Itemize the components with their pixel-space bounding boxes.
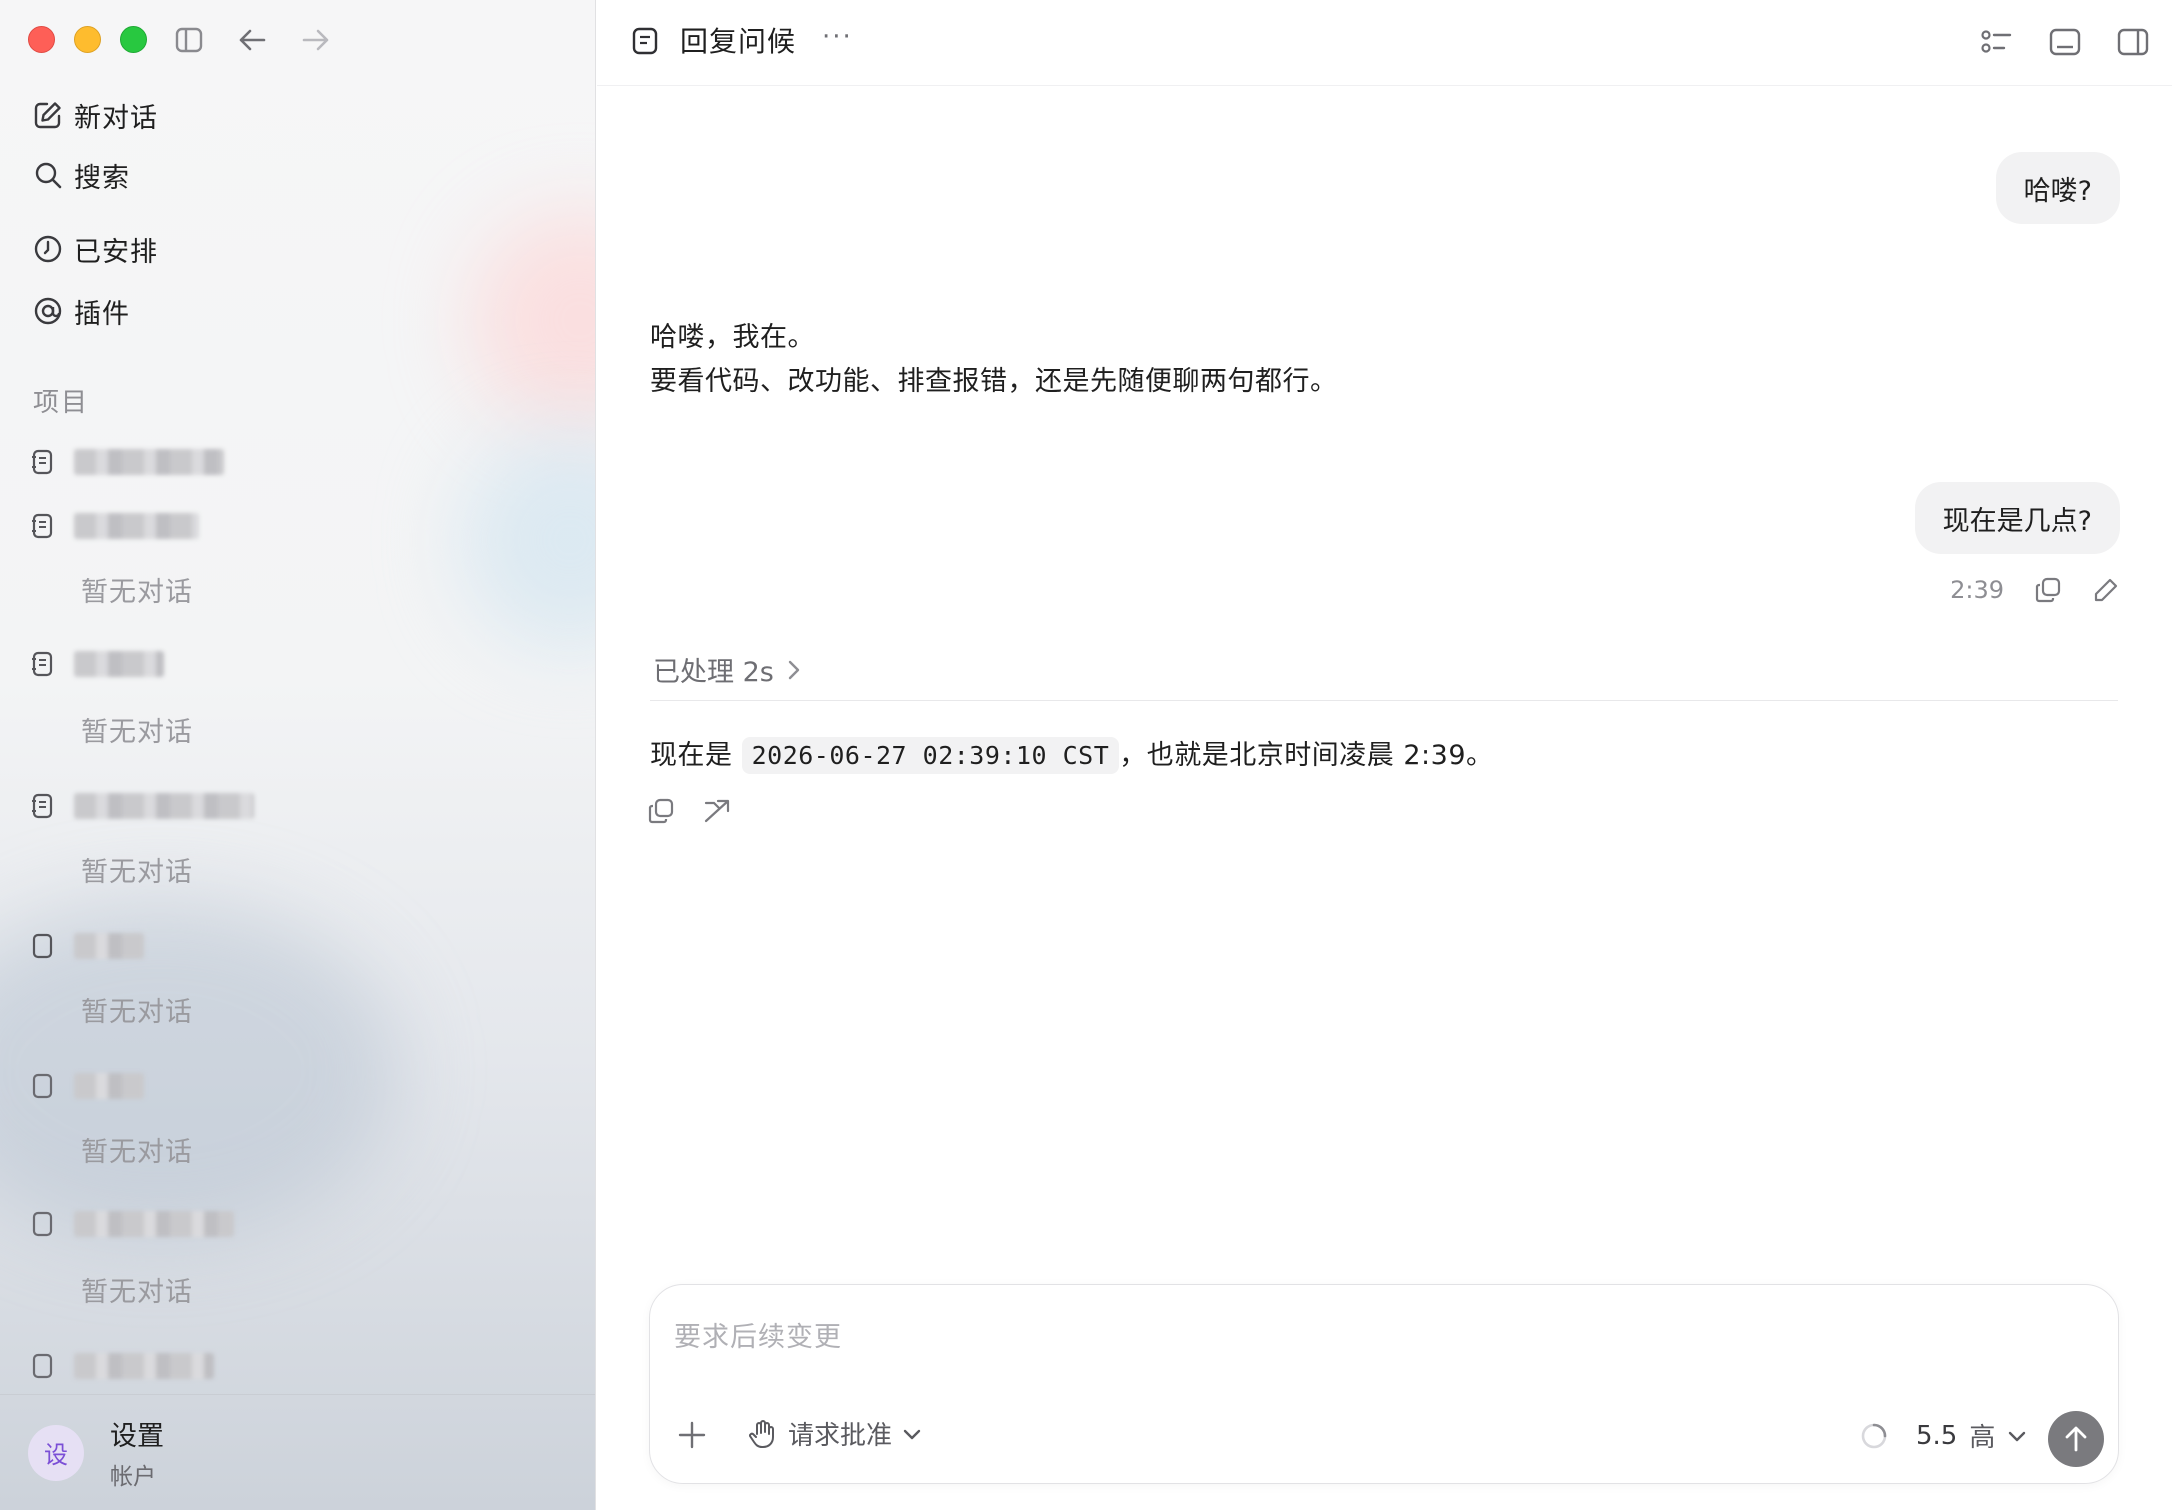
terminal-panel-icon[interactable] xyxy=(2045,24,2085,60)
project-item[interactable] xyxy=(22,922,562,970)
model-selector[interactable]: 5.5 高 xyxy=(1916,1417,2027,1454)
message-timestamp: 2:39 xyxy=(1950,576,2004,604)
project-name-redacted xyxy=(74,793,254,819)
approval-label: 请求批准 xyxy=(788,1421,893,1451)
divider xyxy=(650,700,2118,701)
loading-spinner-icon xyxy=(1860,1422,1888,1450)
user-message: 现在是几点? xyxy=(1914,482,2120,554)
message-meta: 2:39 xyxy=(1950,576,2120,604)
empty-conversation-label: 暂无对话 xyxy=(81,1137,193,1168)
nav-search[interactable]: 搜索 xyxy=(22,148,562,202)
processed-label: 已处理 2s xyxy=(653,657,774,688)
notebook-icon xyxy=(627,24,663,58)
chat-header: 回复问候 ··· xyxy=(597,0,2172,86)
project-item[interactable] xyxy=(22,1062,562,1110)
project-name-redacted xyxy=(74,1353,214,1379)
add-attachment-icon[interactable] xyxy=(676,1419,708,1451)
composer-input[interactable]: 要求后续变更 xyxy=(674,1315,842,1354)
approval-dropdown[interactable]: 请求批准 xyxy=(748,1415,922,1452)
arrow-up-icon xyxy=(2061,1424,2091,1454)
project-item[interactable] xyxy=(22,1200,562,1248)
send-button[interactable] xyxy=(2048,1411,2104,1467)
project-name-redacted xyxy=(74,1211,234,1237)
project-name-redacted xyxy=(74,513,199,539)
notebook-icon xyxy=(22,650,62,678)
message-composer[interactable]: 要求后续变更 请求批准 5.5 高 xyxy=(649,1284,2119,1484)
minimize-window-button[interactable] xyxy=(74,26,101,53)
effort-level: 高 xyxy=(1969,1423,1996,1453)
at-icon xyxy=(22,296,74,326)
notebook-icon xyxy=(22,512,62,540)
account-label: 帐户 xyxy=(110,1464,156,1490)
nav-label: 已安排 xyxy=(74,236,158,268)
assistant-text-prefix: 现在是 xyxy=(650,740,733,771)
compose-icon xyxy=(22,100,74,130)
copy-icon[interactable] xyxy=(2034,576,2062,604)
empty-conversation-label: 暂无对话 xyxy=(81,857,193,888)
assistant-message: 哈喽，我在。 要看代码、改功能、排查报错，还是先随便聊两句都行。 xyxy=(650,316,1338,404)
empty-conversation-label: 暂无对话 xyxy=(81,1277,193,1308)
nav-plugins[interactable]: 插件 xyxy=(22,284,562,338)
assistant-text-suffix: ，也就是北京时间凌晨 2:39。 xyxy=(1119,740,1494,771)
avatar: 设 xyxy=(28,1424,84,1481)
user-message: 哈喽? xyxy=(1995,152,2120,224)
fork-icon[interactable] xyxy=(703,796,733,826)
inline-code: 2026-06-27 02:39:10 CST xyxy=(741,737,1120,774)
chevron-down-icon xyxy=(902,1427,922,1441)
nav-label: 新对话 xyxy=(74,102,158,134)
message-actions xyxy=(647,796,733,826)
close-window-button[interactable] xyxy=(28,26,55,53)
zoom-window-button[interactable] xyxy=(120,26,147,53)
empty-conversation-label: 暂无对话 xyxy=(81,997,193,1028)
chat-panel: 回复问候 ··· 哈喽? 哈喽，我在。 要看代码、改功能、排查报错，还是先随便聊… xyxy=(597,0,2172,1510)
page-title[interactable]: 回复问候 xyxy=(680,20,796,60)
empty-conversation-label: 暂无对话 xyxy=(81,577,193,608)
project-item[interactable] xyxy=(22,438,562,486)
assistant-message-line: 要看代码、改功能、排查报错，还是先随便聊两句都行。 xyxy=(650,366,1338,397)
nav-label: 插件 xyxy=(74,298,130,330)
notebook-icon xyxy=(22,1210,62,1238)
project-item[interactable] xyxy=(22,1342,562,1390)
task-list-icon[interactable] xyxy=(1977,24,2017,60)
chevron-down-icon xyxy=(2007,1429,2027,1443)
notebook-icon xyxy=(22,1072,62,1100)
back-arrow-icon[interactable] xyxy=(234,24,270,56)
notebook-icon xyxy=(22,792,62,820)
clock-icon xyxy=(22,234,74,264)
project-item[interactable] xyxy=(22,502,562,550)
project-item[interactable] xyxy=(22,640,562,688)
sidebar-toggle-icon[interactable] xyxy=(172,24,206,56)
right-sidebar-icon[interactable] xyxy=(2113,24,2153,60)
notebook-icon xyxy=(22,932,62,960)
nav-scheduled[interactable]: 已安排 xyxy=(22,222,562,276)
project-item[interactable] xyxy=(22,782,562,830)
project-name-redacted xyxy=(74,651,164,677)
processed-toggle[interactable]: 已处理 2s xyxy=(653,650,802,689)
forward-arrow-icon[interactable] xyxy=(298,24,334,56)
project-name-redacted xyxy=(74,933,144,959)
assistant-message-line: 哈喽，我在。 xyxy=(650,322,815,353)
account-footer[interactable]: 设 设置 帐户 xyxy=(0,1394,595,1510)
projects-section-label: 项目 xyxy=(33,388,90,418)
settings-label: 设置 xyxy=(110,1421,164,1452)
project-name-redacted xyxy=(74,1073,144,1099)
empty-conversation-label: 暂无对话 xyxy=(81,717,193,748)
edit-icon[interactable] xyxy=(2092,576,2120,604)
hand-icon xyxy=(748,1418,778,1450)
notebook-icon xyxy=(22,1352,62,1380)
search-icon xyxy=(22,160,74,190)
assistant-message: 现在是 2026-06-27 02:39:10 CST ，也就是北京时间凌晨 2:… xyxy=(650,734,1494,778)
notebook-icon xyxy=(22,448,62,476)
nav-label: 搜索 xyxy=(74,162,130,194)
project-name-redacted xyxy=(74,449,224,475)
chevron-right-icon xyxy=(786,659,802,681)
sidebar: 新对话 搜索 已安排 插件 项目 暂无对话 暂无对话 暂无对话 暂无对话 暂无对… xyxy=(0,0,596,1510)
nav-new-conversation[interactable]: 新对话 xyxy=(22,88,562,142)
more-options-button[interactable]: ··· xyxy=(822,22,853,52)
copy-icon[interactable] xyxy=(647,797,675,825)
model-version: 5.5 xyxy=(1916,1420,1958,1451)
